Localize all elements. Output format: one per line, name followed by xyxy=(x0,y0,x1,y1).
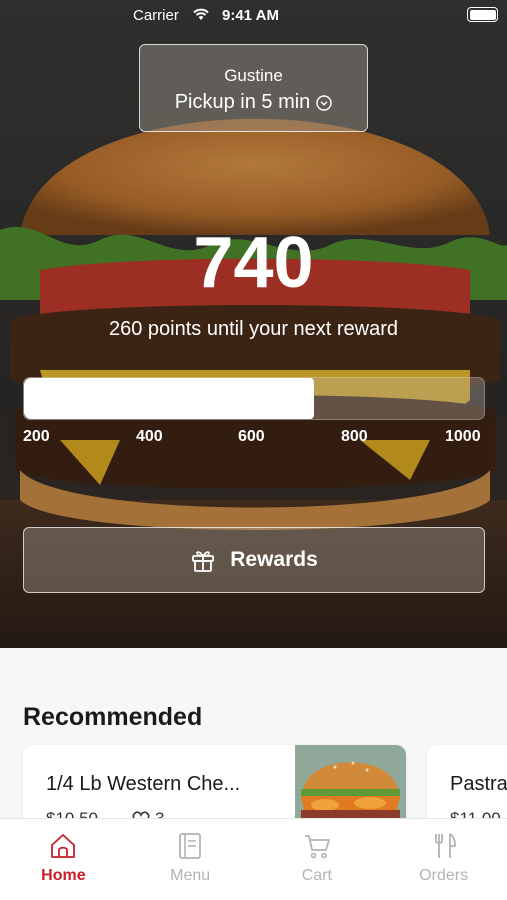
points-balance: 740 xyxy=(193,223,314,303)
points-progress-bar xyxy=(23,377,485,420)
pickup-time: Pickup in 5 min xyxy=(140,91,367,114)
pickup-location-selector[interactable]: Gustine Pickup in 5 min xyxy=(139,44,368,132)
tab-menu[interactable]: Menu xyxy=(127,819,254,900)
status-bar: Carrier 9:41 AM xyxy=(0,0,507,30)
bottom-tab-bar: Home Menu Cart Orders xyxy=(0,818,507,900)
tab-label: Cart xyxy=(301,867,332,884)
clock-time: 9:41 AM xyxy=(222,7,279,24)
pickup-time-label: Pickup in 5 min xyxy=(174,91,311,113)
points-progress-fill xyxy=(24,378,314,419)
progress-tick: 200 xyxy=(23,428,50,445)
battery-icon xyxy=(467,7,498,22)
progress-tick: 600 xyxy=(238,428,265,445)
tab-cart[interactable]: Cart xyxy=(254,819,381,900)
recommended-heading: Recommended xyxy=(23,703,203,731)
hero-banner: Carrier 9:41 AM Gustine Pickup in 5 min … xyxy=(0,0,507,648)
tab-label: Home xyxy=(41,867,86,884)
tab-label: Orders xyxy=(419,867,469,884)
item-name: 1/4 Lb Western Che... xyxy=(46,773,241,795)
tab-label: Menu xyxy=(170,867,211,884)
rewards-button[interactable]: Rewards xyxy=(23,527,485,593)
progress-tick: 800 xyxy=(341,428,368,445)
wifi-icon xyxy=(193,8,209,20)
tab-home[interactable]: Home xyxy=(0,819,127,900)
cart-icon xyxy=(304,835,330,859)
gift-icon xyxy=(192,551,215,572)
store-name: Gustine xyxy=(224,66,283,85)
progress-tick: 1000 xyxy=(445,428,481,445)
home-icon xyxy=(51,834,76,858)
progress-tick: 400 xyxy=(136,428,163,445)
points-until-reward: 260 points until your next reward xyxy=(108,318,399,340)
menu-book-icon xyxy=(179,833,202,859)
tab-orders[interactable]: Orders xyxy=(380,819,507,900)
item-name: Pastra xyxy=(450,773,507,795)
chevron-down-circle-icon xyxy=(316,94,333,111)
fork-knife-icon xyxy=(434,833,456,858)
rewards-button-label: Rewards xyxy=(230,548,318,571)
carrier-label: Carrier xyxy=(133,7,179,24)
